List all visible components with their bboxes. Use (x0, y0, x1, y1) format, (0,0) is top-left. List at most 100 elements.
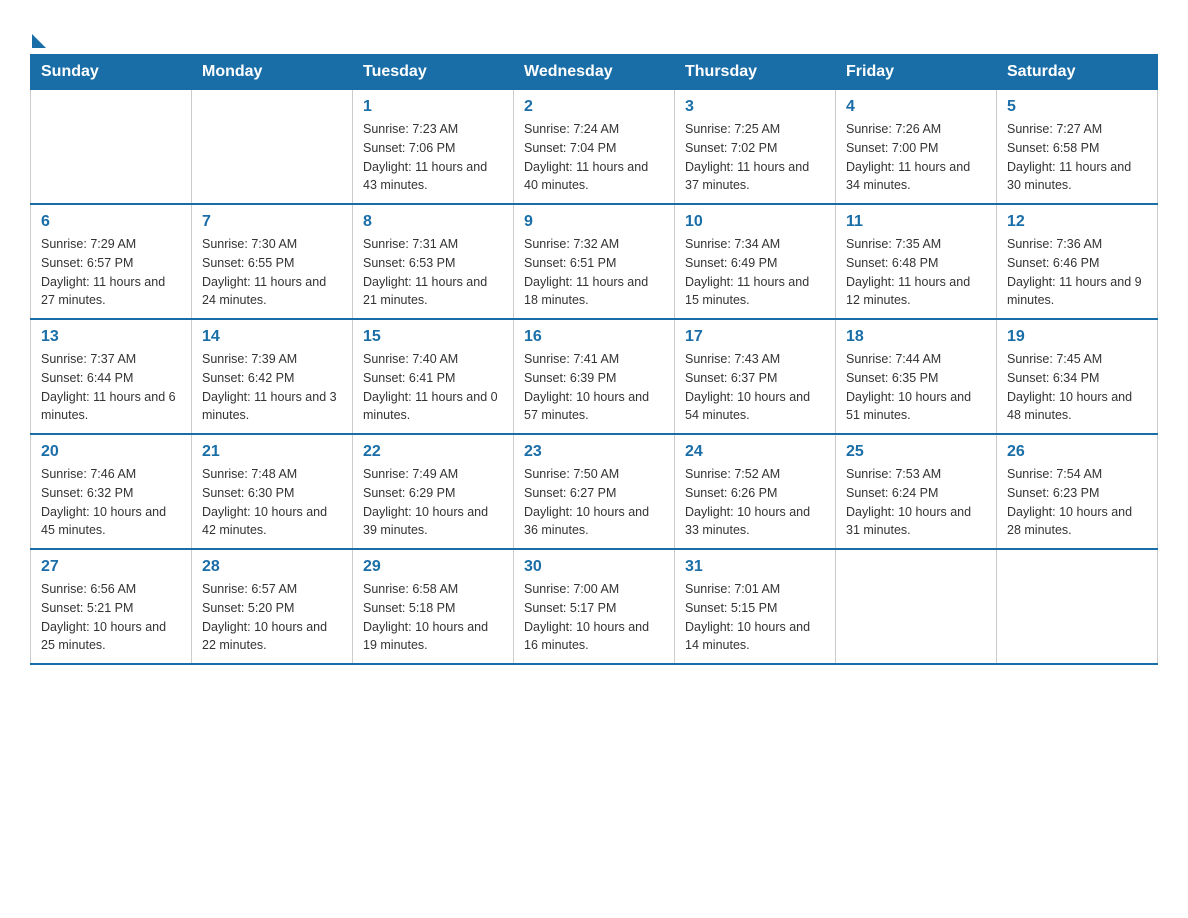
day-number: 5 (1007, 98, 1147, 116)
calendar-week-2: 6Sunrise: 7:29 AMSunset: 6:57 PMDaylight… (31, 204, 1158, 319)
calendar-cell (997, 549, 1158, 664)
calendar-cell: 26 Sunrise: 7:54 AMSunset: 6:23 PMDayligh… (997, 434, 1158, 549)
day-number: 15 (363, 328, 503, 346)
day-info: Sunrise: 7:43 AMSunset: 6:37 PMDaylight:… (685, 350, 825, 425)
day-info: Sunrise: 7:24 AMSunset: 7:04 PMDaylight:… (524, 120, 664, 195)
day-info: Sunrise: 6:58 AMSunset: 5:18 PMDaylight:… (363, 580, 503, 655)
weekday-header-saturday: Saturday (997, 55, 1158, 90)
calendar-cell (192, 90, 353, 205)
weekday-header-tuesday: Tuesday (353, 55, 514, 90)
day-info: Sunrise: 7:34 AMSunset: 6:49 PMDaylight:… (685, 235, 825, 310)
day-number: 12 (1007, 213, 1147, 231)
calendar-cell: 30 Sunrise: 7:00 AMSunset: 5:17 PMDayligh… (514, 549, 675, 664)
calendar-cell (31, 90, 192, 205)
day-info: Sunrise: 7:32 AMSunset: 6:51 PMDaylight:… (524, 235, 664, 310)
weekday-header-friday: Friday (836, 55, 997, 90)
day-number: 3 (685, 98, 825, 116)
calendar-cell: 19 Sunrise: 7:45 AMSunset: 6:34 PMDayligh… (997, 319, 1158, 434)
calendar-cell: 10 Sunrise: 7:34 AMSunset: 6:49 PMDayligh… (675, 204, 836, 319)
day-number: 2 (524, 98, 664, 116)
calendar-cell: 29Sunrise: 6:58 AMSunset: 5:18 PMDayligh… (353, 549, 514, 664)
calendar-cell: 15 Sunrise: 7:40 AMSunset: 6:41 PMDayligh… (353, 319, 514, 434)
calendar-cell: 16 Sunrise: 7:41 AMSunset: 6:39 PMDayligh… (514, 319, 675, 434)
day-number: 25 (846, 443, 986, 461)
day-number: 8 (363, 213, 503, 231)
day-number: 21 (202, 443, 342, 461)
day-number: 1 (363, 98, 503, 116)
day-info: Sunrise: 7:40 AMSunset: 6:41 PMDaylight:… (363, 350, 503, 425)
day-info: Sunrise: 7:54 AMSunset: 6:23 PMDaylight:… (1007, 465, 1147, 540)
day-info: Sunrise: 7:41 AMSunset: 6:39 PMDaylight:… (524, 350, 664, 425)
day-info: Sunrise: 6:57 AMSunset: 5:20 PMDaylight:… (202, 580, 342, 655)
day-info: Sunrise: 7:01 AMSunset: 5:15 PMDaylight:… (685, 580, 825, 655)
calendar-cell: 12Sunrise: 7:36 AMSunset: 6:46 PMDayligh… (997, 204, 1158, 319)
day-number: 28 (202, 558, 342, 576)
calendar-cell: 27 Sunrise: 6:56 AMSunset: 5:21 PMDayligh… (31, 549, 192, 664)
day-number: 16 (524, 328, 664, 346)
day-number: 14 (202, 328, 342, 346)
logo (30, 20, 46, 44)
day-info: Sunrise: 7:30 AMSunset: 6:55 PMDaylight:… (202, 235, 342, 310)
day-number: 9 (524, 213, 664, 231)
day-number: 7 (202, 213, 342, 231)
day-info: Sunrise: 6:56 AMSunset: 5:21 PMDaylight:… (41, 580, 181, 655)
day-number: 11 (846, 213, 986, 231)
day-number: 26 (1007, 443, 1147, 461)
calendar-cell: 13 Sunrise: 7:37 AMSunset: 6:44 PMDayligh… (31, 319, 192, 434)
weekday-header-wednesday: Wednesday (514, 55, 675, 90)
day-number: 10 (685, 213, 825, 231)
calendar-cell: 9 Sunrise: 7:32 AMSunset: 6:51 PMDaylight… (514, 204, 675, 319)
calendar-cell: 23 Sunrise: 7:50 AMSunset: 6:27 PMDayligh… (514, 434, 675, 549)
calendar-week-3: 13 Sunrise: 7:37 AMSunset: 6:44 PMDayligh… (31, 319, 1158, 434)
day-info: Sunrise: 7:25 AMSunset: 7:02 PMDaylight:… (685, 120, 825, 195)
calendar-cell: 25 Sunrise: 7:53 AMSunset: 6:24 PMDayligh… (836, 434, 997, 549)
day-number: 18 (846, 328, 986, 346)
calendar-week-5: 27 Sunrise: 6:56 AMSunset: 5:21 PMDayligh… (31, 549, 1158, 664)
day-info: Sunrise: 7:52 AMSunset: 6:26 PMDaylight:… (685, 465, 825, 540)
calendar-cell: 14 Sunrise: 7:39 AMSunset: 6:42 PMDayligh… (192, 319, 353, 434)
day-number: 31 (685, 558, 825, 576)
day-info: Sunrise: 7:00 AMSunset: 5:17 PMDaylight:… (524, 580, 664, 655)
calendar-cell: 24Sunrise: 7:52 AMSunset: 6:26 PMDayligh… (675, 434, 836, 549)
day-info: Sunrise: 7:53 AMSunset: 6:24 PMDaylight:… (846, 465, 986, 540)
logo-arrow-icon (32, 34, 46, 48)
calendar-cell: 2 Sunrise: 7:24 AMSunset: 7:04 PMDaylight… (514, 90, 675, 205)
calendar-cell: 28 Sunrise: 6:57 AMSunset: 5:20 PMDayligh… (192, 549, 353, 664)
calendar-cell: 31 Sunrise: 7:01 AMSunset: 5:15 PMDayligh… (675, 549, 836, 664)
day-info: Sunrise: 7:26 AMSunset: 7:00 PMDaylight:… (846, 120, 986, 195)
calendar-cell: 11 Sunrise: 7:35 AMSunset: 6:48 PMDayligh… (836, 204, 997, 319)
day-number: 30 (524, 558, 664, 576)
calendar-cell: 20Sunrise: 7:46 AMSunset: 6:32 PMDayligh… (31, 434, 192, 549)
calendar-week-1: 1 Sunrise: 7:23 AMSunset: 7:06 PMDaylight… (31, 90, 1158, 205)
day-number: 17 (685, 328, 825, 346)
day-info: Sunrise: 7:37 AMSunset: 6:44 PMDaylight:… (41, 350, 181, 425)
day-info: Sunrise: 7:35 AMSunset: 6:48 PMDaylight:… (846, 235, 986, 310)
calendar-cell: 8 Sunrise: 7:31 AMSunset: 6:53 PMDaylight… (353, 204, 514, 319)
weekday-header-row: SundayMondayTuesdayWednesdayThursdayFrid… (31, 55, 1158, 90)
day-info: Sunrise: 7:44 AMSunset: 6:35 PMDaylight:… (846, 350, 986, 425)
day-info: Sunrise: 7:39 AMSunset: 6:42 PMDaylight:… (202, 350, 342, 425)
calendar-cell: 1 Sunrise: 7:23 AMSunset: 7:06 PMDaylight… (353, 90, 514, 205)
calendar-cell: 3 Sunrise: 7:25 AMSunset: 7:02 PMDaylight… (675, 90, 836, 205)
calendar-cell: 4 Sunrise: 7:26 AMSunset: 7:00 PMDaylight… (836, 90, 997, 205)
day-info: Sunrise: 7:31 AMSunset: 6:53 PMDaylight:… (363, 235, 503, 310)
day-number: 22 (363, 443, 503, 461)
calendar-cell: 7 Sunrise: 7:30 AMSunset: 6:55 PMDaylight… (192, 204, 353, 319)
day-number: 27 (41, 558, 181, 576)
day-info: Sunrise: 7:23 AMSunset: 7:06 PMDaylight:… (363, 120, 503, 195)
day-number: 19 (1007, 328, 1147, 346)
day-info: Sunrise: 7:27 AMSunset: 6:58 PMDaylight:… (1007, 120, 1147, 195)
calendar-cell: 18 Sunrise: 7:44 AMSunset: 6:35 PMDayligh… (836, 319, 997, 434)
calendar-cell: 5 Sunrise: 7:27 AMSunset: 6:58 PMDaylight… (997, 90, 1158, 205)
day-info: Sunrise: 7:50 AMSunset: 6:27 PMDaylight:… (524, 465, 664, 540)
page-header (30, 20, 1158, 44)
day-info: Sunrise: 7:29 AMSunset: 6:57 PMDaylight:… (41, 235, 181, 310)
weekday-header-thursday: Thursday (675, 55, 836, 90)
calendar-cell: 6Sunrise: 7:29 AMSunset: 6:57 PMDaylight… (31, 204, 192, 319)
day-info: Sunrise: 7:45 AMSunset: 6:34 PMDaylight:… (1007, 350, 1147, 425)
day-number: 4 (846, 98, 986, 116)
weekday-header-sunday: Sunday (31, 55, 192, 90)
day-number: 13 (41, 328, 181, 346)
weekday-header-monday: Monday (192, 55, 353, 90)
day-number: 23 (524, 443, 664, 461)
